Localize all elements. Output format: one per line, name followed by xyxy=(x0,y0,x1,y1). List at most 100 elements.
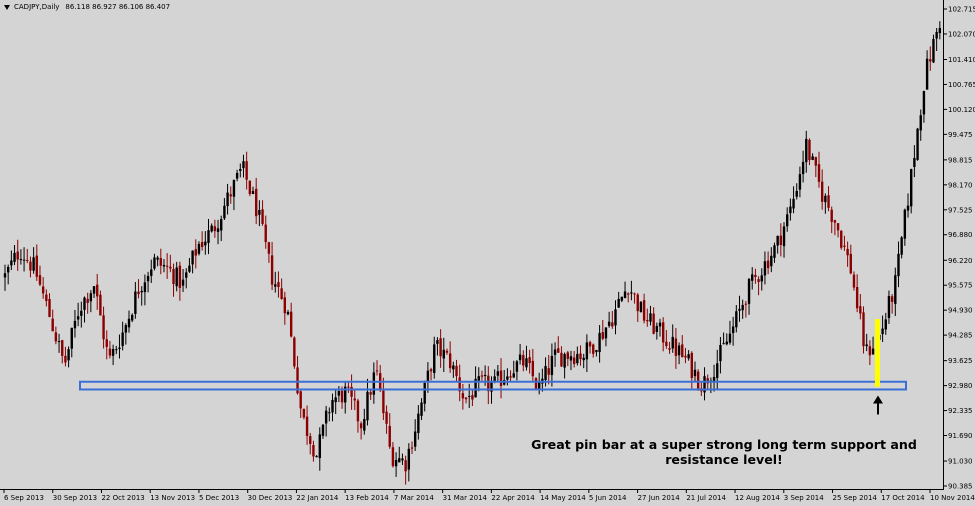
candle-body xyxy=(792,198,795,209)
candle-body xyxy=(70,327,73,349)
candle-body xyxy=(652,313,655,334)
x-tick-label: 5 Dec 2013 xyxy=(199,494,239,502)
candle-body xyxy=(302,408,306,418)
candle-body xyxy=(32,257,35,271)
candle-body xyxy=(668,348,671,350)
candle-body xyxy=(452,365,455,370)
candle-body xyxy=(413,431,417,447)
candle-body xyxy=(658,322,662,327)
candle-body xyxy=(731,326,735,334)
candle-body xyxy=(274,284,277,287)
candle-body xyxy=(528,357,531,364)
candle-body xyxy=(525,358,528,368)
candle-body xyxy=(604,327,608,339)
candle-body xyxy=(671,336,674,349)
candle-body xyxy=(267,242,271,254)
candle-body xyxy=(223,205,226,219)
pin-bar-highlight xyxy=(875,319,880,387)
candle-body xyxy=(204,241,207,246)
candle-body xyxy=(277,282,280,288)
candle-body xyxy=(121,332,124,347)
candle-body xyxy=(35,255,38,277)
candle-body xyxy=(471,395,474,400)
candle-body xyxy=(537,382,541,390)
candle-body xyxy=(820,181,824,202)
candle-body xyxy=(254,188,258,217)
x-tick-label: 31 Mar 2014 xyxy=(443,494,488,502)
x-tick-label: 10 Nov 2014 xyxy=(930,494,975,502)
annotation-line-1: Great pin bar at a super strong long ter… xyxy=(531,437,917,452)
candle-body xyxy=(26,259,29,261)
candle-body xyxy=(401,458,404,461)
candle-body xyxy=(696,371,700,389)
candle-body xyxy=(404,460,407,472)
candle-body xyxy=(827,195,830,208)
y-tick-label: 96.220 xyxy=(948,257,973,265)
candle-body xyxy=(805,138,808,163)
candle-body xyxy=(849,253,852,274)
candle-body xyxy=(216,228,220,232)
candle-body xyxy=(118,347,121,350)
candle-body xyxy=(932,39,935,63)
candle-body xyxy=(795,190,798,197)
candle-body xyxy=(515,361,519,372)
candle-body xyxy=(725,341,728,345)
candle-body xyxy=(366,391,369,421)
candle-body xyxy=(105,339,108,347)
candle-body xyxy=(925,58,929,90)
candle-body xyxy=(286,311,290,315)
candle-body xyxy=(649,313,652,322)
candle-body xyxy=(588,342,592,347)
candle-body xyxy=(913,157,916,167)
candle-body xyxy=(169,266,172,269)
x-tick-label: 17 Oct 2014 xyxy=(881,494,925,502)
y-tick-label: 95.575 xyxy=(948,282,973,290)
candle-body xyxy=(922,91,926,115)
candle-body xyxy=(417,413,420,433)
candle-body xyxy=(620,296,624,301)
x-tick-label: 7 Mar 2014 xyxy=(394,494,434,502)
candle-body xyxy=(464,397,468,400)
candle-body xyxy=(477,376,480,381)
candle-body xyxy=(385,411,388,424)
candle-body xyxy=(843,245,846,247)
candle-body xyxy=(566,352,569,359)
candle-body xyxy=(782,226,786,247)
candle-body xyxy=(811,156,814,161)
candle-body xyxy=(770,255,773,267)
candle-body xyxy=(569,356,573,361)
candle-body xyxy=(674,338,678,356)
y-tick-label: 93.625 xyxy=(948,357,973,365)
candle-body xyxy=(251,191,255,195)
candle-body xyxy=(165,265,169,267)
candle-body xyxy=(633,293,636,295)
candle-body xyxy=(398,458,401,463)
candle-body xyxy=(188,265,191,272)
candle-body xyxy=(509,376,512,378)
y-tick-label: 92.980 xyxy=(948,382,973,390)
candle-body xyxy=(232,180,236,197)
candle-body xyxy=(86,298,89,303)
candle-body xyxy=(99,294,102,316)
candle-body xyxy=(572,357,576,364)
candle-body xyxy=(429,369,433,372)
candle-body xyxy=(766,260,770,269)
candle-body xyxy=(665,341,668,347)
candle-body xyxy=(388,425,391,447)
candle-body xyxy=(557,348,560,353)
candle-body xyxy=(426,370,430,382)
candle-body xyxy=(840,230,843,248)
candle-body xyxy=(779,235,783,245)
candle-body xyxy=(153,257,156,269)
candle-body xyxy=(611,322,614,327)
candle-body xyxy=(719,344,722,362)
candle-body xyxy=(299,391,302,409)
chart-window: 102.715 102.070 101.410 100.765 100.120 99.47… xyxy=(0,0,975,506)
candle-body xyxy=(410,447,414,449)
candle-body xyxy=(929,59,932,62)
candle-body xyxy=(846,248,849,256)
candle-body xyxy=(29,261,32,271)
candle-body xyxy=(175,267,178,287)
x-tick-label: 30 Dec 2013 xyxy=(248,494,293,502)
candle-body xyxy=(235,172,239,179)
